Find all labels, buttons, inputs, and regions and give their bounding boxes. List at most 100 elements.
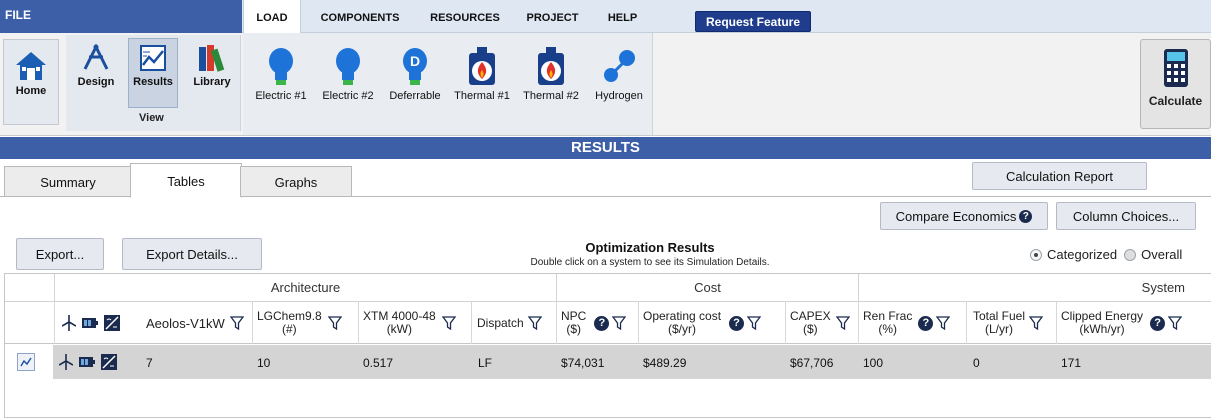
file-menu[interactable]: FILE <box>0 0 242 33</box>
electric-1-button[interactable]: Electric #1 <box>253 47 309 102</box>
filter-icon[interactable] <box>835 316 850 330</box>
group-cost: Cost <box>557 274 859 302</box>
filter-icon[interactable] <box>747 316 762 330</box>
deferrable-bulb-icon: D <box>403 48 427 85</box>
header-lgchem[interactable]: LGChem9.8 (#) <box>253 302 359 344</box>
tab-tables[interactable]: Tables <box>130 163 242 198</box>
header-ren-frac-label: Ren Frac (%) <box>863 309 913 336</box>
cell-total-fuel: 0 <box>973 356 980 370</box>
filter-icon[interactable] <box>1029 316 1044 330</box>
svg-text:D: D <box>410 53 420 69</box>
results-button[interactable]: Results <box>128 38 178 108</box>
help-icon: ? <box>1019 209 1033 223</box>
cell-aeolos: 7 <box>146 356 153 370</box>
library-icon <box>199 45 225 72</box>
design-icon <box>83 43 109 70</box>
filter-icon[interactable] <box>327 316 342 330</box>
home-button[interactable]: Home <box>3 39 59 125</box>
table-group-row: Architecture Cost System <box>5 274 1211 302</box>
lightbulb-icon <box>269 48 293 85</box>
home-label: Home <box>15 85 47 97</box>
hydrogen-button[interactable]: Hydrogen <box>589 47 649 102</box>
overall-label: Overall <box>1141 247 1183 262</box>
cell-operating-cost: $489.29 <box>643 356 687 370</box>
header-capex[interactable]: CAPEX ($) <box>786 302 859 344</box>
header-operating-cost[interactable]: Operating cost ($/yr) ? <box>639 302 786 344</box>
view-group-label: View <box>139 112 164 124</box>
tab-graphs[interactable]: Graphs <box>240 166 352 197</box>
converter-icon <box>101 354 117 370</box>
compare-economics-button[interactable]: Compare Economics ? <box>880 202 1048 230</box>
cell-lgchem: 10 <box>257 356 271 370</box>
view-group: Design Results Library View <box>66 35 241 131</box>
table-row[interactable]: 7 10 0.517 LF $74,031 $489.29 $67,706 10… <box>5 345 1211 379</box>
help-icon[interactable]: ? <box>1150 315 1166 331</box>
hydrogen-label: Hydrogen <box>595 90 643 102</box>
filter-icon[interactable] <box>612 316 627 330</box>
header-capex-label: CAPEX ($) <box>790 309 831 336</box>
optimization-results-table: Architecture Cost System Aeolos-V1kW LGC… <box>4 273 1211 418</box>
overall-radio[interactable] <box>1124 248 1137 261</box>
tab-components[interactable]: COMPONENTS <box>310 0 410 33</box>
header-component-icons <box>55 302 144 344</box>
help-icon[interactable]: ? <box>594 315 610 331</box>
menu-bar: FILE LOAD COMPONENTS RESOURCES PROJECT H… <box>0 0 1211 34</box>
calculation-report-button[interactable]: Calculation Report <box>972 162 1147 190</box>
tab-summary[interactable]: Summary <box>4 166 132 197</box>
tab-resources[interactable]: RESOURCES <box>420 0 510 33</box>
filter-icon[interactable] <box>936 316 951 330</box>
ribbon: Home Design Results Library View Electri… <box>0 33 1211 136</box>
categorized-radio[interactable] <box>1030 248 1042 261</box>
compare-economics-label: Compare Economics <box>895 208 1017 224</box>
electric-2-label: Electric #2 <box>322 90 374 102</box>
header-total-fuel[interactable]: Total Fuel (L/yr) <box>967 302 1057 344</box>
tab-help[interactable]: HELP <box>595 0 650 33</box>
simulation-details-button[interactable] <box>17 353 35 371</box>
results-subtabs: Summary Tables Graphs Calculation Report <box>0 159 1211 198</box>
export-button[interactable]: Export... <box>16 238 104 270</box>
converter-icon <box>104 315 120 331</box>
electric-2-button[interactable]: Electric #2 <box>320 47 376 102</box>
filter-icon[interactable] <box>1168 316 1183 330</box>
calculate-button[interactable]: Calculate <box>1140 39 1211 129</box>
group-spacer <box>5 274 55 302</box>
optimization-results-title: Optimization Results <box>585 240 715 255</box>
thermal-flame-icon <box>538 47 564 85</box>
cell-clipped-energy: 171 <box>1061 356 1082 370</box>
electric-1-label: Electric #1 <box>255 90 307 102</box>
design-label: Design <box>77 76 115 88</box>
load-group: Electric #1 Electric #2 D Deferrable The… <box>243 33 653 135</box>
export-details-button[interactable]: Export Details... <box>122 238 262 270</box>
thermal-2-button[interactable]: Thermal #2 <box>518 47 584 102</box>
group-system: System <box>1141 280 1185 295</box>
tab-load[interactable]: LOAD <box>243 0 301 34</box>
filter-icon[interactable] <box>441 316 456 330</box>
filter-icon[interactable] <box>527 316 542 330</box>
help-icon[interactable]: ? <box>729 315 745 331</box>
lightbulb-icon <box>336 48 360 85</box>
header-dispatch[interactable]: Dispatch <box>472 302 557 344</box>
help-icon[interactable]: ? <box>918 315 934 331</box>
header-npc[interactable]: NPC ($) ? <box>557 302 639 344</box>
home-icon <box>16 52 46 80</box>
header-aeolos[interactable]: Aeolos-V1kW <box>144 302 253 344</box>
header-clipped-energy[interactable]: Clipped Energy (kWh/yr) ? <box>1057 302 1211 344</box>
header-ren-frac[interactable]: Ren Frac (%) ? <box>859 302 967 344</box>
tab-project[interactable]: PROJECT <box>515 0 590 33</box>
row-details-cell <box>5 345 53 379</box>
design-button[interactable]: Design <box>70 43 122 88</box>
group-architecture: Architecture <box>55 274 557 302</box>
battery-icon <box>79 357 95 367</box>
filter-icon[interactable] <box>229 316 244 330</box>
library-button[interactable]: Library <box>186 43 238 88</box>
thermal-1-button[interactable]: Thermal #1 <box>449 47 515 102</box>
optimization-results-subtitle: Double click on a system to see its Simu… <box>530 257 770 268</box>
calculator-icon <box>1163 49 1188 87</box>
results-label: Results <box>133 76 173 88</box>
deferrable-button[interactable]: D Deferrable <box>385 47 445 102</box>
results-chart-icon <box>140 45 166 71</box>
header-xtm[interactable]: XTM 4000-48 (kW) <box>359 302 472 344</box>
wind-turbine-icon <box>59 354 73 370</box>
request-feature-button[interactable]: Request Feature <box>695 11 811 32</box>
column-choices-button[interactable]: Column Choices... <box>1056 202 1196 230</box>
